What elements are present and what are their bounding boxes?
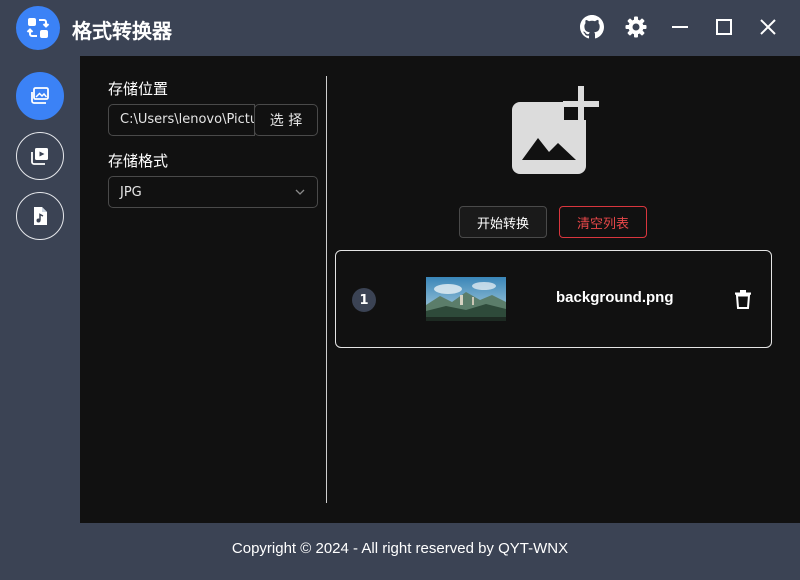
image-convert-icon — [31, 87, 49, 104]
close-icon[interactable] — [755, 14, 781, 40]
minimize-icon[interactable] — [667, 14, 693, 40]
add-image-icon[interactable] — [510, 86, 602, 178]
file-list-item: 1 background.png — [335, 250, 772, 348]
start-convert-button[interactable]: 开始转换 — [459, 206, 547, 238]
save-format-label: 存储格式 — [108, 152, 169, 170]
main-panel: 存储位置 C:\Users\lenovo\Pictures 选 择 存储格式 J… — [80, 56, 800, 523]
choose-folder-button[interactable]: 选 择 — [254, 104, 318, 136]
video-convert-icon — [31, 148, 48, 165]
sidebar-item-video[interactable] — [16, 132, 64, 180]
file-name: background.png — [556, 289, 674, 306]
save-location-label: 存储位置 — [108, 80, 169, 98]
chevron-down-icon — [295, 189, 305, 195]
file-thumbnail[interactable] — [426, 277, 506, 321]
sidebar-item-image[interactable] — [16, 72, 64, 120]
save-path-input[interactable]: C:\Users\lenovo\Pictures — [108, 104, 255, 136]
github-icon[interactable] — [579, 14, 605, 40]
sidebar-item-audio[interactable] — [16, 192, 64, 240]
format-select[interactable]: JPG — [108, 176, 318, 208]
title-bar: 格式转换器 — [0, 0, 800, 56]
app-title: 格式转换器 — [72, 19, 172, 43]
clear-list-button[interactable]: 清空列表 — [559, 206, 647, 238]
footer-copyright: Copyright © 2024 - All right reserved by… — [231, 540, 569, 557]
settings-gear-icon[interactable] — [623, 14, 649, 40]
audio-file-icon — [34, 207, 47, 225]
delete-trash-icon[interactable] — [732, 287, 754, 311]
format-select-value: JPG — [120, 184, 142, 200]
file-index-badge: 1 — [352, 288, 376, 312]
maximize-icon[interactable] — [711, 14, 737, 40]
app-logo-icon — [16, 6, 60, 50]
panel-divider — [326, 76, 327, 503]
